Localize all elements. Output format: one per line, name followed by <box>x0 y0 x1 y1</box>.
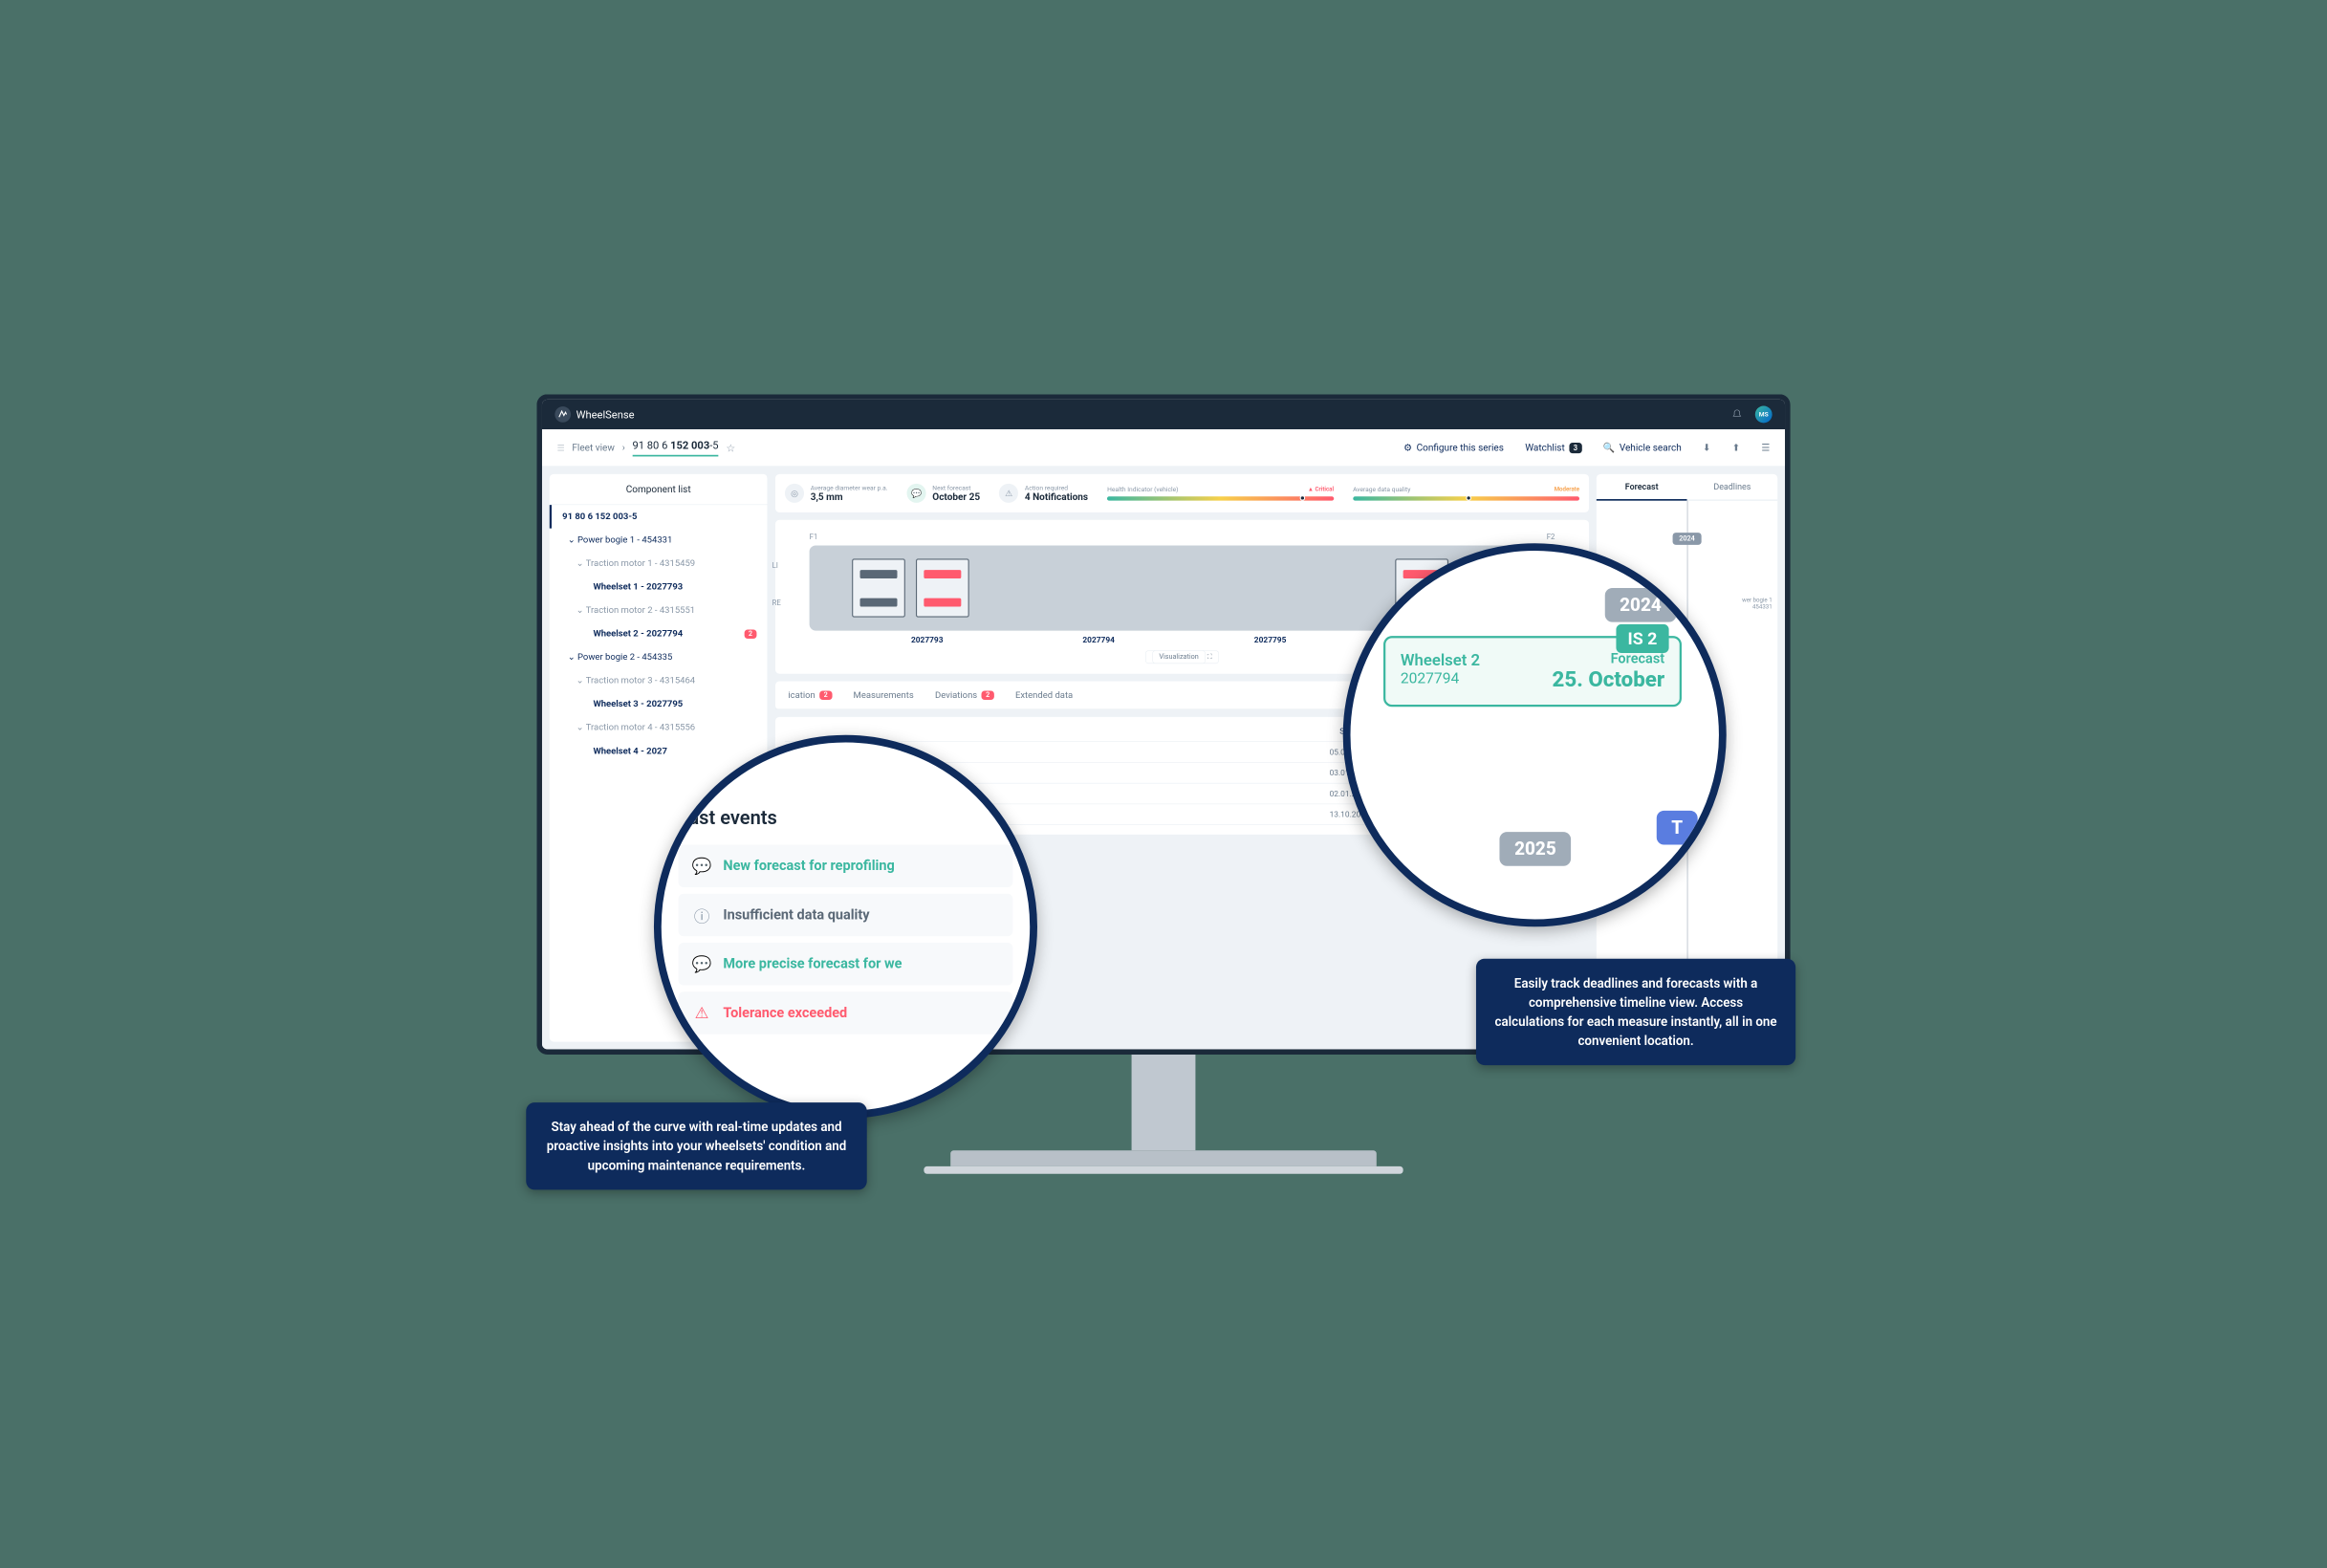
warning-icon: ⚠ <box>691 1002 712 1023</box>
timeline-tab-deadlines[interactable]: Deadlines <box>1687 474 1778 501</box>
configure-button[interactable]: ⚙ Configure this series <box>1403 442 1504 453</box>
watchlist-count: 3 <box>1569 443 1581 453</box>
magnify-forecast: 2024 IS 2 Wheelset 2 2027794 Forecast 25… <box>1343 543 1727 926</box>
show-all-link[interactable]: Show all <box>785 727 1370 736</box>
mag-event[interactable]: ⓘInsufficient data quality <box>679 894 1013 937</box>
download-icon[interactable]: ⬇ <box>1703 442 1710 453</box>
message-icon: 💬 <box>907 484 926 503</box>
timeline-year: 2024 <box>1673 533 1702 545</box>
kpi-forecast: 💬 Next forecastOctober 25 <box>907 484 981 503</box>
kpi-card: ◎ Average diameter wear p.a.3,5 mm 💬 Nex… <box>775 474 1589 512</box>
tree-item[interactable]: Wheelset 2 - 20277942 <box>550 622 768 646</box>
tree-item[interactable]: ⌄ Traction motor 1 - 4315459 <box>550 552 768 576</box>
tree-item[interactable]: Wheelset 3 - 2027795 <box>550 692 768 716</box>
watchlist-button[interactable]: Watchlist 3 <box>1525 442 1581 453</box>
kpi-action: ⚠ Action required4 Notifications <box>999 484 1088 503</box>
menu-icon[interactable]: ☰ <box>1761 442 1770 453</box>
message-icon: 💬 <box>691 856 712 877</box>
tree-item[interactable]: Wheelset 4 - 2027 <box>550 739 768 763</box>
chevron-right-icon: › <box>622 442 625 453</box>
warning-icon: ⚠ <box>999 484 1018 503</box>
mag-event[interactable]: ⚠Tolerance exceeded <box>679 991 1013 1034</box>
sidebar-title: Component list <box>550 474 768 505</box>
breadcrumb: ☰ Fleet view › 91 80 6 152 003-5 ☆ ⚙ Con… <box>542 429 1785 467</box>
kpi-wear: ◎ Average diameter wear p.a.3,5 mm <box>785 484 888 503</box>
tree-badge: 2 <box>744 629 756 638</box>
timeline-tab-forecast[interactable]: Forecast <box>1597 474 1687 501</box>
year-pill: 2024 <box>1605 588 1677 622</box>
top-bar: WheelSense MS <box>542 400 1785 429</box>
bell-icon[interactable] <box>1731 409 1742 420</box>
viz-tab[interactable]: Visualization ⛶ <box>1145 650 1219 664</box>
tree-item[interactable]: ⌄ Power bogie 1 - 454331 <box>550 529 768 553</box>
gear-icon: ⚙ <box>1403 442 1412 453</box>
callout-left: Stay ahead of the curve with real-time u… <box>526 1102 866 1189</box>
target-icon: ◎ <box>785 484 804 503</box>
tree-root[interactable]: 91 80 6 152 003-5 <box>550 505 768 529</box>
forecast-card[interactable]: IS 2 Wheelset 2 2027794 Forecast 25. Oct… <box>1383 636 1682 707</box>
mag-event[interactable]: 💬More precise forecast for we <box>679 943 1013 986</box>
star-icon[interactable]: ☆ <box>726 442 735 454</box>
message-icon: 💬 <box>691 953 712 974</box>
quality-indicator: Average data qualityModerate <box>1353 486 1579 501</box>
tree-item[interactable]: ⌄ Power bogie 2 - 454335 <box>550 645 768 669</box>
breadcrumb-current: 91 80 6 152 003-5 <box>632 439 718 456</box>
breadcrumb-root[interactable]: Fleet view <box>572 442 615 453</box>
tab-notification[interactable]: ication2 <box>786 681 834 708</box>
search-icon: 🔍 <box>1603 442 1615 453</box>
timeline-note: wer bogie 1454331 <box>1742 597 1772 610</box>
logo[interactable]: WheelSense <box>555 406 634 423</box>
avatar[interactable]: MS <box>1755 406 1772 424</box>
logo-icon <box>555 406 571 423</box>
export-icon[interactable]: ⬆ <box>1732 442 1740 453</box>
tab-extended[interactable]: Extended data <box>1013 681 1076 708</box>
tree-item[interactable]: ⌄ Traction motor 4 - 4315556 <box>550 716 768 740</box>
magnify-events: Last events 💬New forecast for reprofilin… <box>654 735 1037 1119</box>
tab-measurements[interactable]: Measurements <box>851 681 916 708</box>
list-icon[interactable]: ☰ <box>557 443 565 453</box>
callout-right: Easily track deadlines and forecasts wit… <box>1476 959 1795 1065</box>
tree-item[interactable]: ⌄ Traction motor 3 - 4315464 <box>550 669 768 693</box>
app-name: WheelSense <box>576 408 635 421</box>
info-icon: ⓘ <box>691 904 712 926</box>
year-pill: T <box>1657 811 1698 845</box>
health-indicator: Health Indicator (vehicle)▲ Critical <box>1107 486 1334 501</box>
tab-deviations[interactable]: Deviations2 <box>933 681 996 708</box>
tree-item[interactable]: ⌄ Traction motor 2 - 4315551 <box>550 599 768 622</box>
tree-item[interactable]: Wheelset 1 - 2027793 <box>550 576 768 599</box>
year-pill: 2025 <box>1499 832 1571 866</box>
bogie-1[interactable] <box>852 558 969 617</box>
vehicle-search-button[interactable]: 🔍 Vehicle search <box>1603 442 1682 453</box>
mag-event[interactable]: 💬New forecast for reprofiling <box>679 844 1013 887</box>
